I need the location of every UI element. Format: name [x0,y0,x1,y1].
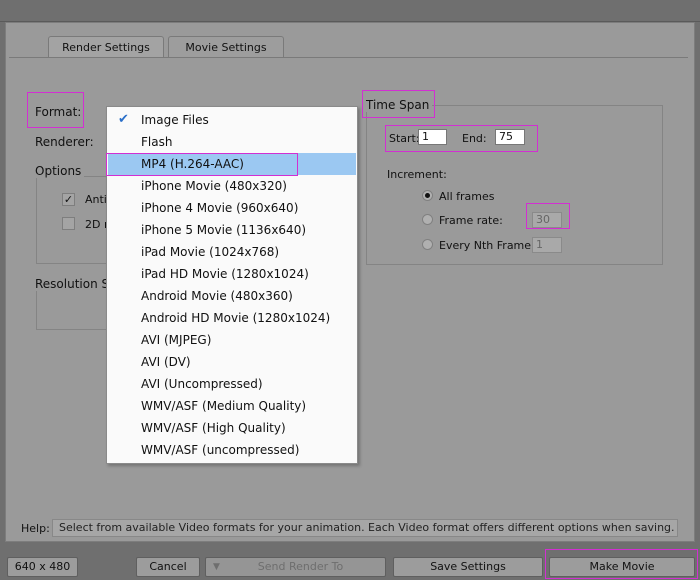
send-render-to-button[interactable]: ▼ Send Render To [205,557,386,577]
menu-item-avi-dv[interactable]: AVI (DV) [108,351,356,373]
resolution-groupbox [36,290,116,330]
menu-item-label: iPhone Movie (480x320) [141,179,287,193]
tab-render-settings[interactable]: Render Settings [48,36,164,58]
antialias-checkbox[interactable]: ✓ [62,193,75,206]
menu-item-avi-uncompressed[interactable]: AVI (Uncompressed) [108,373,356,395]
menu-item-ipad-hd-movie[interactable]: iPad HD Movie (1280x1024) [108,263,356,285]
menu-item-label: AVI (DV) [141,355,191,369]
every-nth-frame-input[interactable]: 1 [532,237,562,253]
menu-item-avi-mjpeg[interactable]: AVI (MJPEG) [108,329,356,351]
menu-item-iphone4-movie[interactable]: iPhone 4 Movie (960x640) [108,197,356,219]
time-span-highlight [362,90,435,118]
antialias-label: Anti [85,193,107,206]
checkmark-icon: ✔ [118,112,129,127]
menu-item-iphone-movie[interactable]: iPhone Movie (480x320) [108,175,356,197]
menu-item-wmv-uncompressed[interactable]: WMV/ASF (uncompressed) [108,439,356,461]
frame-rate-highlight [526,203,570,229]
menu-item-label: iPhone 4 Movie (960x640) [141,201,299,215]
tab-movie-settings[interactable]: Movie Settings [168,36,284,58]
menu-item-flash[interactable]: Flash [108,131,356,153]
frame-rate-radio[interactable] [422,214,433,225]
menu-item-android-movie[interactable]: Android Movie (480x360) [108,285,356,307]
menu-item-label: iPad HD Movie (1280x1024) [141,267,309,281]
menu-item-label: iPhone 5 Movie (1136x640) [141,223,307,237]
every-nth-frame-radio[interactable] [422,239,433,250]
format-label-highlight [27,92,84,128]
send-render-to-label: Send Render To [257,560,344,573]
menu-item-label: AVI (Uncompressed) [141,377,263,391]
tab-divider [9,57,688,58]
all-frames-label: All frames [439,190,495,203]
help-label: Help: [21,522,50,535]
menu-item-label: iPad Movie (1024x768) [141,245,280,259]
dropdown-arrow-icon: ▼ [213,562,220,572]
menu-item-android-hd-movie[interactable]: Android HD Movie (1280x1024) [108,307,356,329]
2d-render-label: 2D r [85,218,109,231]
menu-item-iphone5-movie[interactable]: iPhone 5 Movie (1136x640) [108,219,356,241]
menu-item-label: AVI (MJPEG) [141,333,212,347]
mp4-item-highlight [106,153,298,176]
make-movie-highlight [545,549,698,579]
start-end-highlight [385,125,538,152]
save-settings-button[interactable]: Save Settings [393,557,543,577]
renderer-label: Renderer: [35,135,94,149]
menu-item-wmv-high[interactable]: WMV/ASF (High Quality) [108,417,356,439]
every-nth-frame-label: Every Nth Frame: [439,239,535,252]
menu-item-label: Flash [141,135,173,149]
menu-item-image-files[interactable]: ✔ Image Files [108,109,356,131]
options-label: Options [35,164,85,178]
menu-item-wmv-medium[interactable]: WMV/ASF (Medium Quality) [108,395,356,417]
increment-label: Increment: [387,168,447,181]
cancel-button[interactable]: Cancel [136,557,200,577]
menu-item-label: WMV/ASF (High Quality) [141,421,286,435]
window-top-bar [0,0,700,22]
resolution-display: 640 x 480 [7,557,78,577]
menu-item-label: Image Files [141,113,209,127]
menu-item-label: WMV/ASF (Medium Quality) [141,399,307,413]
menu-item-label: Android HD Movie (1280x1024) [141,311,331,325]
resolution-label: Resolution S [35,277,113,291]
all-frames-radio[interactable] [422,190,433,201]
2d-render-checkbox[interactable] [62,217,75,230]
menu-item-label: WMV/ASF (uncompressed) [141,443,300,457]
help-text: Select from available Video formats for … [52,519,678,537]
menu-item-ipad-movie[interactable]: iPad Movie (1024x768) [108,241,356,263]
menu-item-label: Android Movie (480x360) [141,289,293,303]
frame-rate-label: Frame rate: [439,214,503,227]
